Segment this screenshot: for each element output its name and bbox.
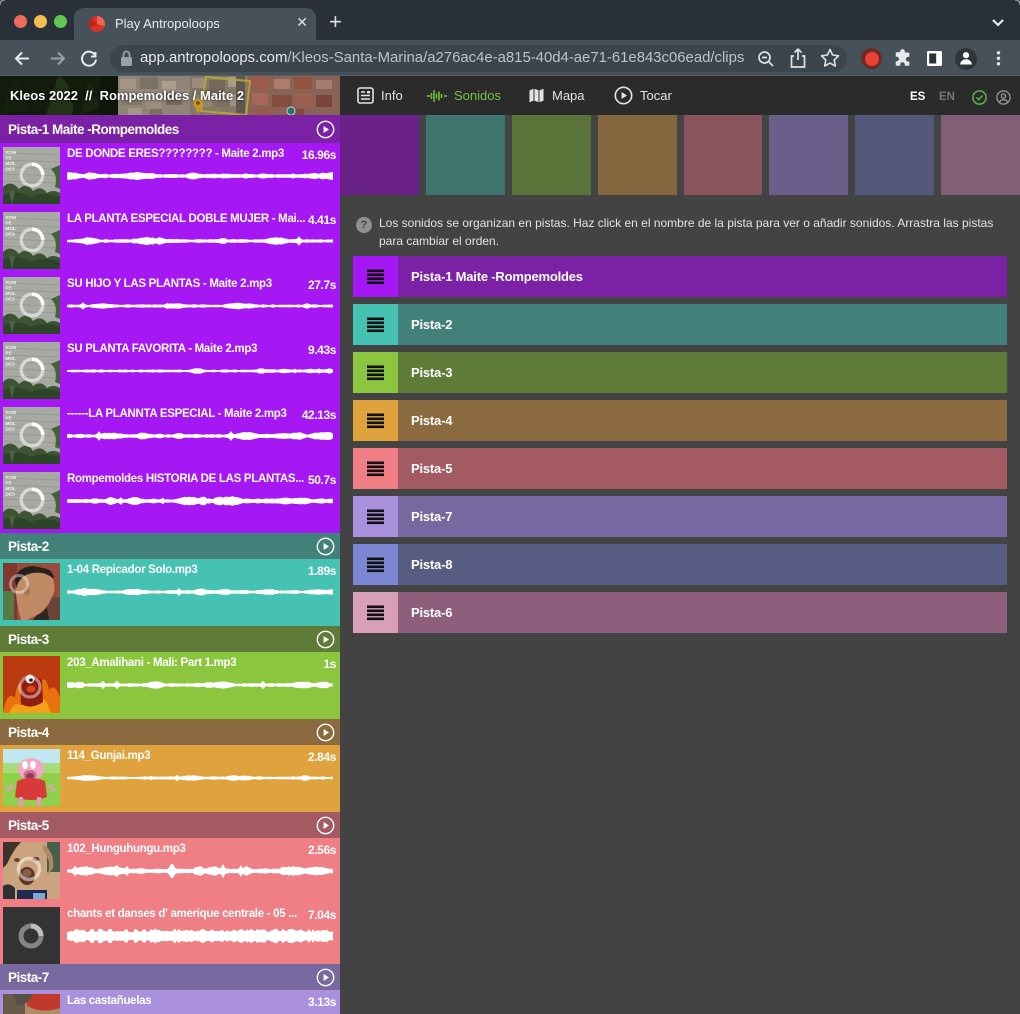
svg-text:ROM: ROM (6, 475, 17, 480)
svg-text:ROM: ROM (6, 345, 17, 350)
svg-text:ROM: ROM (6, 280, 17, 285)
svg-text:PE: PE (6, 221, 12, 226)
svg-text:ROM: ROM (6, 215, 17, 220)
svg-text:DES: DES (6, 297, 15, 302)
svg-text:ROM: ROM (6, 150, 17, 155)
svg-text:MOL: MOL (6, 161, 16, 166)
svg-text:PE: PE (6, 286, 12, 291)
svg-text:DES: DES (6, 427, 15, 432)
svg-text:PE: PE (6, 156, 12, 161)
svg-text:DES: DES (6, 362, 15, 367)
svg-text:DES: DES (6, 492, 15, 497)
svg-text:MOL: MOL (6, 356, 16, 361)
svg-text:MOL: MOL (6, 226, 16, 231)
svg-text:PE: PE (6, 481, 12, 486)
svg-text:MOL: MOL (6, 421, 16, 426)
svg-text:PE: PE (6, 351, 12, 356)
svg-text:PE: PE (6, 416, 12, 421)
svg-text:MOL: MOL (6, 486, 16, 491)
svg-text:DES: DES (6, 167, 15, 172)
svg-text:MOL: MOL (6, 291, 16, 296)
svg-text:DES: DES (6, 232, 15, 237)
svg-text:ROM: ROM (6, 410, 17, 415)
